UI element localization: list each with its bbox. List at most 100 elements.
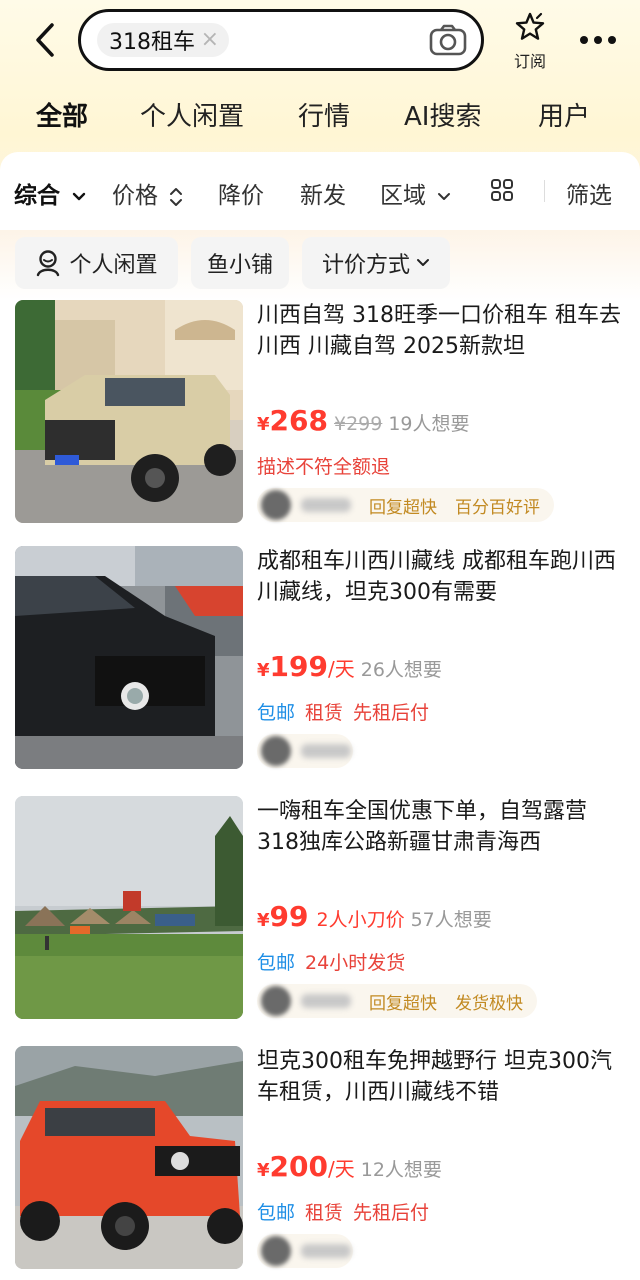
tab-label: 用户: [538, 102, 591, 132]
subscribe-label: 订阅: [513, 52, 546, 71]
filter-price[interactable]: 价格: [112, 176, 183, 210]
avatar: [261, 736, 291, 766]
search-box[interactable]: 318租车 ×: [78, 9, 484, 71]
original-price: ¥299: [333, 413, 383, 435]
seller-name-blurred: [301, 1244, 351, 1258]
tab-label: AI搜索: [404, 102, 482, 132]
listing-title: 成都租车川西川藏线 成都租车跑川西川藏线，坦克300有需要: [257, 549, 616, 605]
tag: 包邮: [257, 1202, 296, 1224]
listing-card[interactable]: 一嗨租车全国优惠下单，自驾露营318独库公路新疆甘肃青海西 ¥99 2人小刀价 57…: [0, 796, 640, 1026]
currency-symbol: ¥: [257, 414, 270, 435]
star-icon: [515, 12, 545, 40]
seller-row[interactable]: 回复超快 百分百好评: [257, 488, 554, 522]
bargain-label: 2人小刀价: [316, 909, 405, 931]
chip-pricing-method[interactable]: 计价方式: [302, 237, 450, 289]
want-count: 57人想要: [410, 909, 492, 931]
seller-tag: 百分百好评: [455, 497, 540, 518]
tag-row: 包邮 租赁 先租后付: [257, 698, 439, 726]
camera-search-button[interactable]: [429, 24, 467, 56]
tab-label: 全部: [36, 102, 89, 132]
chip-label: 个人闲置: [69, 253, 158, 278]
tab-all[interactable]: 全部: [34, 96, 91, 133]
campsite-photo: [15, 796, 243, 1019]
seller-row[interactable]: 回复超快 发货极快: [257, 984, 537, 1018]
person-icon: [37, 250, 60, 277]
currency-symbol: ¥: [257, 660, 270, 681]
filter-label: 区域: [380, 183, 426, 209]
chevron-down-icon: [417, 259, 429, 266]
price-unit: /天: [327, 1157, 355, 1181]
filter-region[interactable]: 区域: [380, 176, 451, 210]
tab-ai-search[interactable]: AI搜索: [404, 96, 481, 133]
seller-tag: 发货极快: [455, 993, 523, 1014]
tag: 24小时发货: [305, 952, 406, 974]
filter-label: 新发: [300, 183, 346, 209]
want-count: 19人想要: [388, 413, 470, 435]
price-unit: /天: [327, 657, 355, 681]
listing-thumbnail[interactable]: [15, 796, 243, 1019]
chevron-down-icon: [438, 192, 451, 200]
price: 99: [269, 900, 309, 933]
price-row: ¥199/天 26人想要: [257, 650, 442, 686]
listing-thumbnail[interactable]: [15, 300, 243, 523]
subscribe-button[interactable]: 订阅: [506, 12, 554, 72]
avatar: [261, 1236, 291, 1266]
clear-query-icon[interactable]: ×: [201, 27, 219, 52]
beige-suv-photo: [15, 300, 243, 523]
back-button[interactable]: [28, 20, 62, 60]
chip-personal-idle[interactable]: 个人闲置: [15, 237, 178, 289]
filter-bar: 综合 价格 降价 新发 区域 筛选: [0, 152, 640, 230]
tag: 包邮: [257, 702, 296, 724]
search-query-text: 318租车: [109, 30, 195, 55]
listing-card[interactable]: 成都租车川西川藏线 成都租车跑川西川藏线，坦克300有需要 ¥199/天 26人想…: [0, 546, 640, 776]
tag-row: 描述不符全额退: [257, 452, 400, 480]
tag: 先租后付: [353, 702, 430, 724]
search-header: 318租车 × 订阅: [0, 0, 640, 82]
chip-fish-shop[interactable]: 鱼小铺: [191, 237, 289, 289]
camera-icon: [429, 24, 467, 56]
tab-market[interactable]: 行情: [298, 96, 350, 133]
listing-card[interactable]: 坦克300租车免押越野行 坦克300汽车租赁，川西川藏线不错 ¥200/天 12人…: [0, 1046, 640, 1276]
filter-price-drop[interactable]: 降价: [218, 176, 264, 210]
avatar: [261, 986, 291, 1016]
want-count: 26人想要: [360, 659, 442, 681]
filter-label: 价格: [112, 183, 158, 209]
price: 200: [269, 1150, 328, 1183]
seller-row[interactable]: [257, 1234, 353, 1268]
orange-suv-photo: [15, 1046, 243, 1269]
tag: 租赁: [305, 1202, 344, 1224]
seller-name-blurred: [301, 744, 351, 758]
price-row: ¥99 2人小刀价 57人想要: [257, 900, 492, 936]
currency-symbol: ¥: [257, 1160, 270, 1181]
want-count: 12人想要: [360, 1159, 442, 1181]
filter-label: 综合: [14, 183, 60, 209]
tag: 先租后付: [353, 1202, 430, 1224]
tab-personal-idle[interactable]: 个人闲置: [140, 96, 244, 133]
listing-thumbnail[interactable]: [15, 1046, 243, 1269]
seller-name-blurred: [301, 498, 351, 512]
seller-tag: 回复超快: [369, 993, 437, 1014]
price-row: ¥268 ¥299 19人想要: [257, 404, 470, 440]
filter-advanced[interactable]: 筛选: [566, 176, 612, 210]
seller-row[interactable]: [257, 734, 353, 768]
filter-new[interactable]: 新发: [300, 176, 346, 210]
tag: 包邮: [257, 952, 296, 974]
grid-view-toggle[interactable]: [490, 178, 514, 208]
tab-users[interactable]: 用户: [538, 96, 590, 133]
search-query-chip[interactable]: 318租车 ×: [97, 23, 229, 57]
listing-title: 坦克300租车免押越野行 坦克300汽车租赁，川西川藏线不错: [257, 1049, 612, 1105]
price: 199: [269, 650, 328, 683]
more-options-button[interactable]: [578, 28, 618, 52]
category-tabs: 全部 个人闲置 行情 AI搜索 用户: [0, 96, 640, 142]
chip-label: 计价方式: [321, 253, 410, 278]
avatar: [261, 490, 291, 520]
filter-comprehensive[interactable]: 综合: [14, 176, 86, 210]
listing-thumbnail[interactable]: [15, 546, 243, 769]
tag: 描述不符全额退: [257, 456, 391, 478]
tag-row: 包邮 租赁 先租后付: [257, 1198, 439, 1226]
filter-label: 降价: [218, 183, 264, 209]
tab-label: 行情: [298, 102, 351, 132]
chevron-down-icon: [72, 192, 86, 200]
listing-card[interactable]: 川西自驾 318旺季一口价租车 租车去川西 川藏自驾 2025新款坦 ¥268 ¥…: [0, 300, 640, 530]
seller-name-blurred: [301, 994, 351, 1008]
